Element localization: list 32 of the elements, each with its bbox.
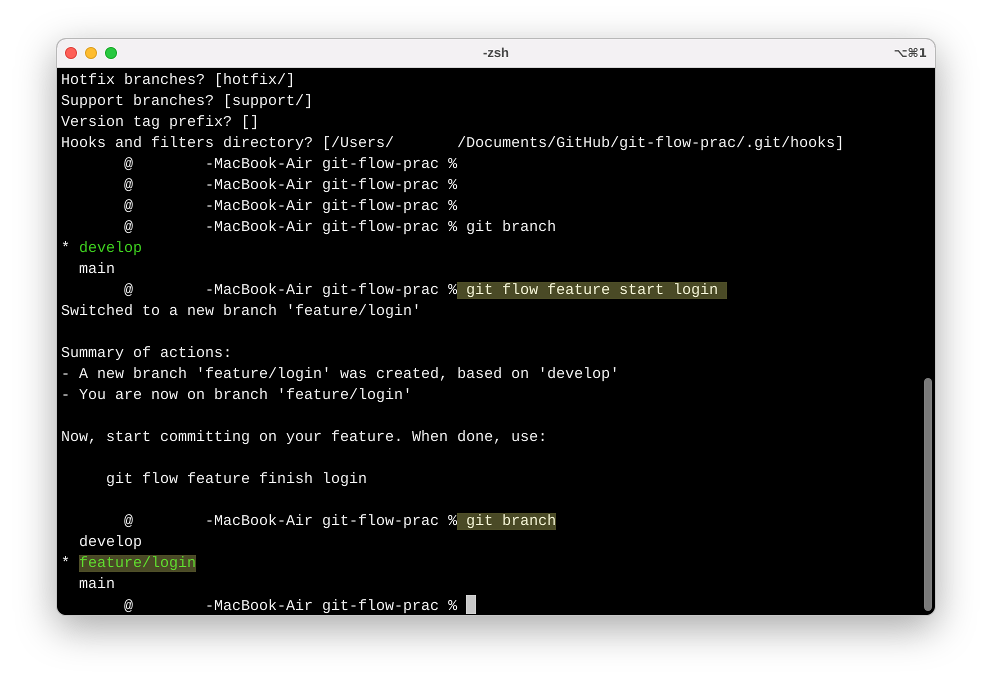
branch-name: develop bbox=[79, 240, 142, 257]
highlighted-branch-name: feature/login bbox=[79, 555, 196, 572]
terminal-text: @ -MacBook-Air git-flow-prac % bbox=[123, 282, 458, 299]
terminal-text: Hooks and filters directory? [/Users/ /Documents/GitHub/git-flow-prac/.git/hooks] bbox=[61, 135, 844, 152]
terminal-text: @ -MacBook-Air git-flow-prac % git branch bbox=[123, 219, 556, 236]
terminal-text: Switched to a new branch 'feature/login' bbox=[61, 303, 422, 320]
terminal-text: Support branches? [support/] bbox=[61, 93, 314, 110]
terminal-text: Now, start committing on your feature. When done, use: bbox=[61, 429, 548, 446]
scrollbar-thumb[interactable] bbox=[924, 378, 932, 611]
terminal-text: Hotfix branches? [hotfix/] bbox=[61, 72, 296, 89]
terminal-text: main bbox=[78, 576, 116, 593]
terminal-text: @ -MacBook-Air git-flow-prac % bbox=[123, 513, 458, 530]
terminal-text: - You are now on branch 'feature/login' bbox=[61, 387, 412, 404]
zoom-button[interactable] bbox=[105, 47, 117, 59]
terminal-text: Summary of actions: bbox=[61, 345, 232, 362]
terminal-text: * bbox=[61, 555, 72, 572]
terminal-text: git flow feature finish login bbox=[105, 471, 368, 488]
window-title: -zsh bbox=[483, 44, 509, 62]
terminal-text: Version tag prefix? [] bbox=[61, 114, 260, 131]
minimize-button[interactable] bbox=[85, 47, 97, 59]
terminal-text: @ -MacBook-Air git-flow-prac % bbox=[123, 177, 458, 194]
terminal-text: main bbox=[78, 261, 116, 278]
terminal-text: @ -MacBook-Air git-flow-prac % bbox=[123, 156, 458, 173]
close-button[interactable] bbox=[65, 47, 77, 59]
window-shortcut: ⌥⌘1 bbox=[894, 45, 927, 62]
terminal-text: - A new branch 'feature/login' was created, based on 'develop' bbox=[61, 366, 620, 383]
highlighted-command: git branch bbox=[457, 513, 556, 530]
terminal-text: develop bbox=[78, 534, 142, 551]
terminal-text: * bbox=[61, 240, 72, 257]
terminal-text: @ -MacBook-Air git-flow-prac % bbox=[123, 198, 458, 215]
highlighted-command: git flow feature start login bbox=[457, 282, 728, 299]
terminal-text: @ -MacBook-Air git-flow-prac % bbox=[123, 598, 458, 615]
